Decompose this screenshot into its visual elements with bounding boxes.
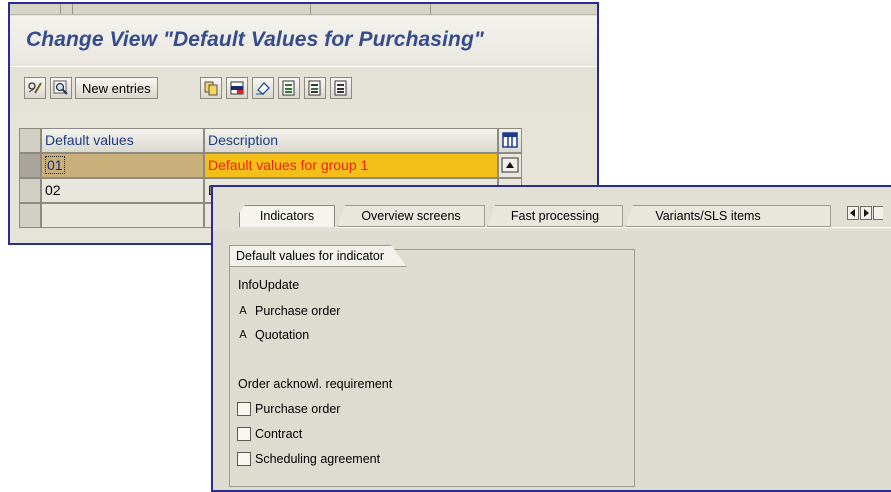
table-cell-description[interactable]: Default values for group 1 bbox=[204, 153, 498, 178]
column-header-default-values[interactable]: Default values bbox=[41, 128, 204, 153]
delete-button[interactable] bbox=[226, 77, 248, 99]
deselect-all-button[interactable] bbox=[330, 77, 352, 99]
arrow-up-icon bbox=[501, 157, 519, 173]
undo-change-button[interactable] bbox=[252, 77, 274, 99]
table-cell-default-value[interactable]: 02 bbox=[41, 178, 204, 203]
scroll-up-button[interactable] bbox=[498, 153, 522, 178]
checkbox-label: Scheduling agreement bbox=[255, 452, 381, 466]
order-ack-contract-checkbox[interactable] bbox=[237, 427, 251, 441]
undo-eraser-icon bbox=[256, 82, 270, 95]
group-title: Default values for indicator bbox=[229, 245, 407, 267]
row-selector[interactable] bbox=[19, 153, 41, 178]
info-update-label: InfoUpdate bbox=[238, 278, 300, 292]
checkbox-label: Purchase order bbox=[255, 402, 341, 416]
select-all-column-header[interactable] bbox=[19, 128, 41, 153]
deselect-all-icon bbox=[334, 80, 347, 96]
table-cell-empty[interactable] bbox=[41, 203, 204, 228]
table-cell-default-value[interactable]: 01 bbox=[41, 153, 204, 178]
arrow-right-icon bbox=[864, 209, 869, 217]
magnifier-icon bbox=[53, 80, 68, 95]
tab-variants-sls-items[interactable]: Variants/SLS items bbox=[625, 205, 831, 227]
row-selector[interactable] bbox=[19, 178, 41, 203]
tab-indicators[interactable]: Indicators bbox=[239, 205, 335, 227]
order-ack-purchase-order-checkbox[interactable] bbox=[237, 402, 251, 416]
order-ack-label: Order acknowl. requirement bbox=[238, 377, 393, 391]
tab-overview-screens[interactable]: Overview screens bbox=[337, 205, 485, 227]
arrow-left-icon bbox=[850, 209, 855, 217]
column-header-description[interactable]: Description bbox=[204, 128, 498, 153]
radio-marker[interactable]: A bbox=[236, 303, 250, 319]
copy-icon bbox=[204, 81, 218, 96]
copy-as-button[interactable] bbox=[200, 77, 222, 99]
info-update-purchase-order-label: Purchase order bbox=[255, 304, 341, 318]
application-toolbar: New entries bbox=[10, 66, 597, 113]
tab-scroll-right-button[interactable] bbox=[860, 206, 872, 220]
select-block-icon bbox=[308, 80, 321, 96]
display-change-button[interactable] bbox=[24, 77, 46, 99]
column-config-button[interactable] bbox=[498, 128, 522, 153]
delete-row-icon bbox=[230, 81, 244, 95]
page-title: Change View "Default Values for Purchasi… bbox=[26, 28, 484, 51]
row-selector[interactable] bbox=[19, 203, 41, 228]
glasses-pencil-icon bbox=[28, 82, 42, 94]
info-update-quotation-label: Quotation bbox=[255, 328, 310, 342]
table-settings-icon bbox=[502, 132, 518, 148]
order-ack-scheduling-agreement-checkbox[interactable] bbox=[237, 452, 251, 466]
select-all-button[interactable] bbox=[278, 77, 300, 99]
details-button[interactable] bbox=[50, 77, 72, 99]
tab-list-button[interactable] bbox=[873, 206, 883, 220]
cell-value: 01 bbox=[45, 156, 65, 174]
checkbox-label: Contract bbox=[255, 427, 303, 441]
new-entries-button[interactable]: New entries bbox=[75, 77, 158, 99]
radio-marker[interactable]: A bbox=[236, 327, 250, 343]
indicators-detail-window: Indicators Overview screens Fast process… bbox=[211, 185, 891, 492]
tab-fast-processing[interactable]: Fast processing bbox=[487, 205, 623, 227]
select-block-button[interactable] bbox=[304, 77, 326, 99]
menu-strip bbox=[10, 4, 597, 15]
tab-scroll-left-button[interactable] bbox=[847, 206, 859, 220]
select-all-icon bbox=[282, 80, 295, 96]
